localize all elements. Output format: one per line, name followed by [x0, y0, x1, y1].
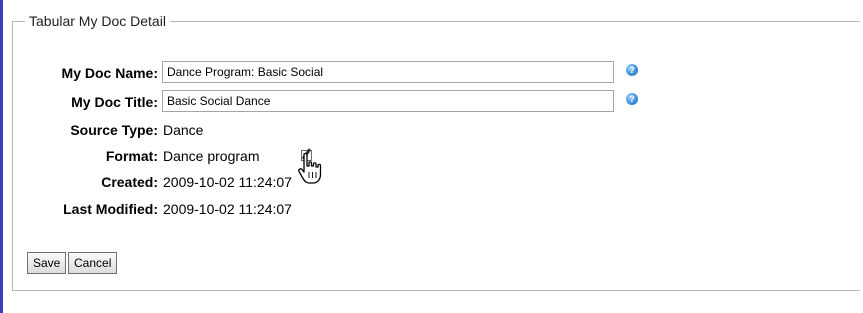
doc-name-label: My Doc Name:: [61, 65, 158, 81]
last-modified-value: 2009-10-02 11:24:07: [163, 201, 292, 217]
format-value: Dance program: [163, 148, 260, 164]
doc-title-row: My Doc Title: ?: [0, 90, 863, 114]
doc-title-label: My Doc Title:: [71, 94, 158, 110]
created-label: Created:: [101, 174, 158, 190]
created-row: Created: 2009-10-02 11:24:07: [0, 170, 863, 194]
source-type-value: Dance: [163, 122, 204, 138]
format-label: Format:: [105, 148, 158, 164]
doc-title-help-icon[interactable]: ?: [626, 93, 638, 105]
created-value: 2009-10-02 11:24:07: [163, 174, 292, 190]
hand-pointer-icon: [298, 152, 322, 184]
source-type-label: Source Type:: [70, 122, 158, 138]
fieldset-legend: Tabular My Doc Detail: [25, 12, 170, 30]
last-modified-label: Last Modified:: [63, 201, 158, 217]
cancel-button[interactable]: Cancel: [68, 252, 118, 274]
doc-name-input[interactable]: [162, 61, 614, 83]
doc-name-row: My Doc Name: ?: [0, 61, 863, 85]
format-row: Format: Dance program: [0, 144, 863, 168]
doc-name-help-icon[interactable]: ?: [626, 64, 638, 76]
doc-title-input[interactable]: [162, 90, 614, 112]
doc-detail-page: Tabular My Doc Detail My Doc Name: ? My …: [0, 0, 863, 313]
source-type-row: Source Type: Dance: [0, 118, 863, 142]
save-button[interactable]: Save: [27, 252, 67, 274]
last-modified-row: Last Modified: 2009-10-02 11:24:07: [0, 197, 863, 221]
